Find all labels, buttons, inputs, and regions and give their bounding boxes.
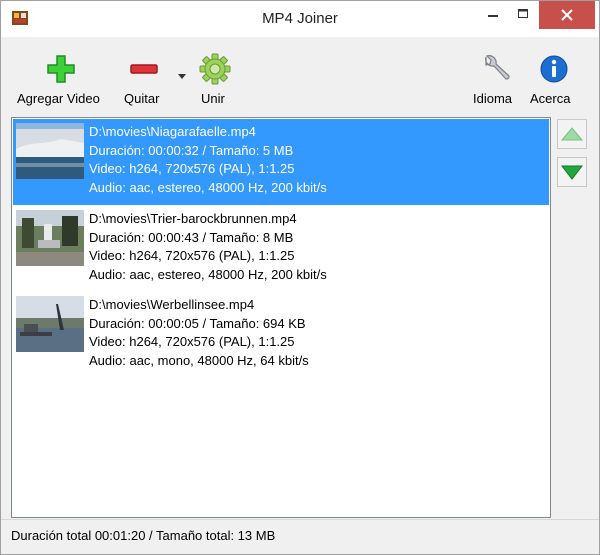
plus-icon [45,53,77,85]
minimize-button[interactable] [478,1,508,29]
join-button[interactable]: Unir [193,47,237,111]
file-path: D:\movies\Trier-barockbrunnen.mp4 [89,211,297,226]
wrench-icon [480,53,512,85]
video-thumbnail [16,296,84,352]
file-video: Video: h264, 720x576 (PAL), 1:1.25 [89,248,295,264]
file-video: Video: h264, 720x576 (PAL), 1:1.25 [89,334,295,350]
app-window: MP4 Joiner Agregar Video Quitar Unir Idi… [0,0,600,555]
file-video: Video: h264, 720x576 (PAL), 1:1.25 [89,161,295,177]
list-item[interactable]: D:\movies\Werbellinsee.mp4 Duración: 00:… [13,292,549,378]
list-item[interactable]: D:\movies\Trier-barockbrunnen.mp4 Duraci… [13,206,549,292]
file-path: D:\movies\Werbellinsee.mp4 [89,297,255,312]
file-audio: Audio: aac, estereo, 48000 Hz, 200 kbit/… [89,266,327,282]
file-info: Duración: 00:00:32 / Tamaño: 5 MB [89,142,294,158]
move-down-button[interactable] [557,157,587,187]
list-item[interactable]: D:\movies\Niagarafaelle.mp4 Duración: 00… [13,119,549,205]
title-bar[interactable]: MP4 Joiner [1,1,599,37]
video-thumbnail [16,210,84,266]
about-button[interactable]: Acerca [528,47,580,111]
remove-label: Quitar [124,91,160,106]
status-bar: Duración total 00:01:20 / Tamaño total: … [1,519,599,554]
file-info: Duración: 00:00:43 / Tamaño: 8 MB [89,229,294,245]
file-list[interactable]: D:\movies\Niagarafaelle.mp4 Duración: 00… [11,117,551,518]
arrow-down-icon [558,165,586,189]
gear-icon [199,53,231,85]
info-icon [538,53,570,85]
language-label: Idioma [473,91,513,106]
about-label: Acerca [530,91,571,106]
arrow-up-icon [558,127,586,151]
remove-button[interactable]: Quitar [119,47,171,111]
move-up-button[interactable] [557,119,587,149]
video-thumbnail [16,123,84,179]
maximize-button[interactable] [508,1,538,29]
add-video-label: Agregar Video [17,91,100,106]
language-button[interactable]: Idioma [469,47,523,111]
file-info: Duración: 00:00:05 / Tamaño: 694 KB [89,315,306,331]
file-audio: Audio: aac, mono, 48000 Hz, 64 kbit/s [89,352,309,368]
status-text: Duración total 00:01:20 / Tamaño total: … [11,528,276,543]
toolbar: Agregar Video Quitar Unir Idioma Acerca [1,37,599,115]
file-audio: Audio: aac, estereo, 48000 Hz, 200 kbit/… [89,179,327,195]
close-button[interactable] [539,1,595,29]
minus-icon [128,53,160,85]
chevron-down-icon[interactable] [177,69,187,79]
join-label: Unir [201,91,225,106]
add-video-button[interactable]: Agregar Video [15,47,109,111]
file-path: D:\movies\Niagarafaelle.mp4 [89,124,256,139]
